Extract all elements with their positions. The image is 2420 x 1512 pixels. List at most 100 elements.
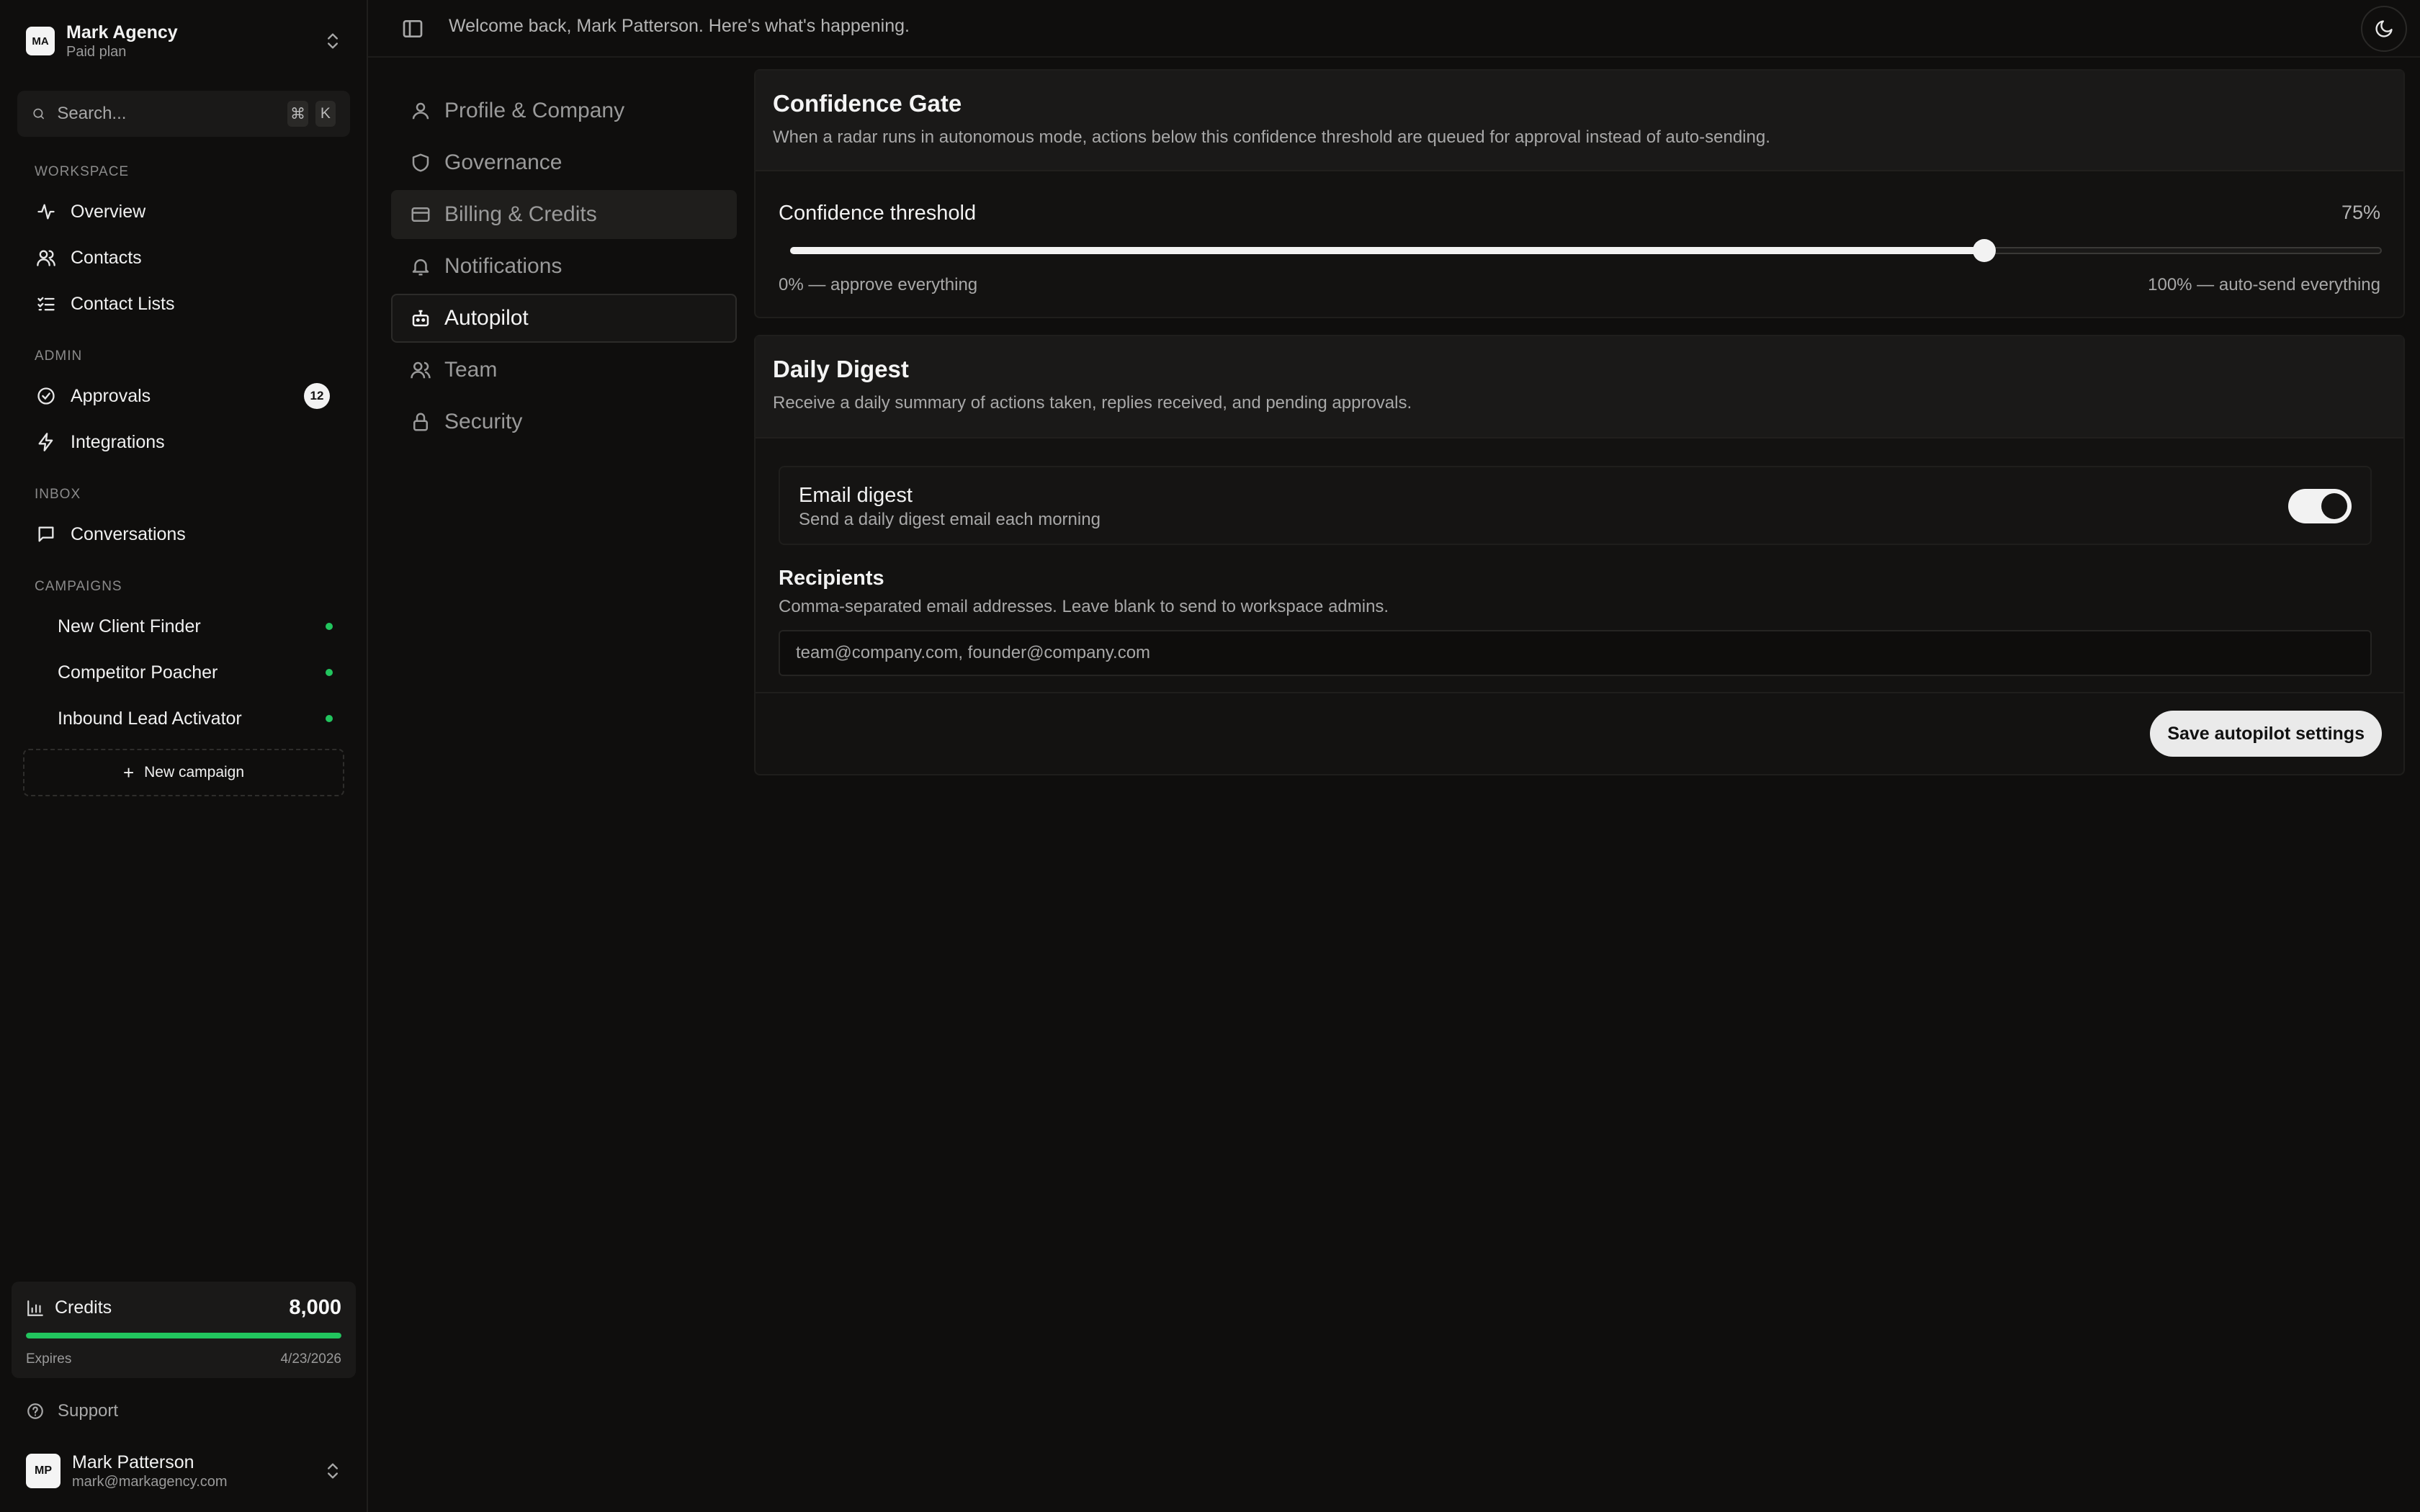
- topbar: Welcome back, Mark Patterson. Here's wha…: [368, 0, 2420, 58]
- threshold-value: 75%: [2341, 202, 2380, 223]
- support-link[interactable]: Support: [26, 1397, 118, 1426]
- new-campaign-button[interactable]: + New campaign: [23, 749, 344, 796]
- sidebar-item-overview[interactable]: Overview: [26, 192, 343, 232]
- help-circle-icon: [26, 1402, 45, 1421]
- approvals-count-badge: 12: [304, 383, 330, 409]
- shield-icon: [410, 152, 431, 174]
- sidebar-item-label: Integrations: [71, 431, 165, 452]
- card-description: When a radar runs in autonomous mode, ac…: [773, 127, 1770, 147]
- settings-nav-profile-company[interactable]: Profile & Company: [391, 86, 737, 135]
- workspace-plan: Paid plan: [66, 44, 127, 60]
- sidebar-item-integrations[interactable]: Integrations: [26, 422, 343, 462]
- sidebar-item-label: Contacts: [71, 247, 142, 268]
- settings-nav-label: Team: [444, 358, 498, 382]
- bot-icon: [410, 307, 431, 329]
- theme-toggle-button[interactable]: [2361, 6, 2407, 52]
- settings-nav-team[interactable]: Team: [391, 346, 737, 395]
- user-icon: [410, 100, 431, 122]
- recipients-input[interactable]: [779, 630, 2372, 676]
- settings-nav-governance[interactable]: Governance: [391, 138, 737, 187]
- check-circle-icon: [36, 386, 56, 406]
- user-menu[interactable]: MP Mark Patterson mark@markagency.com: [26, 1451, 343, 1491]
- email-digest-title: Email digest: [799, 484, 913, 507]
- search-box[interactable]: ⌘ K: [17, 91, 350, 137]
- recipients-help: Comma-separated email addresses. Leave b…: [779, 597, 1389, 616]
- slider-thumb[interactable]: [1972, 239, 1996, 262]
- settings-nav-label: Billing & Credits: [444, 202, 597, 226]
- new-campaign-label: New campaign: [144, 764, 245, 780]
- campaign-label: New Client Finder: [58, 616, 201, 636]
- slider-fill: [790, 247, 1984, 254]
- welcome-message: Welcome back, Mark Patterson. Here's wha…: [449, 16, 910, 36]
- section-label-campaigns: CAMPAIGNS: [35, 579, 122, 594]
- settings-nav-autopilot[interactable]: Autopilot: [391, 294, 737, 343]
- slider-min-label: 0% — approve everything: [779, 275, 978, 294]
- threshold-label: Confidence threshold: [779, 202, 977, 225]
- settings-nav-label: Security: [444, 410, 523, 433]
- settings-nav-label: Profile & Company: [444, 99, 625, 122]
- campaign-status-dot: [326, 669, 333, 676]
- confidence-threshold-slider[interactable]: [790, 239, 2382, 262]
- workspace-name: Mark Agency: [66, 22, 178, 42]
- sidebar-item-approvals[interactable]: Approvals 12: [26, 376, 343, 416]
- confidence-gate-card: Confidence Gate When a radar runs in aut…: [754, 69, 2405, 318]
- credits-progress-fill: [26, 1333, 341, 1338]
- credits-progress-bar: [26, 1333, 341, 1338]
- campaign-item[interactable]: Competitor Poacher: [45, 652, 340, 693]
- recipients-title: Recipients: [779, 567, 884, 590]
- credit-card-icon: [410, 204, 431, 225]
- campaign-item[interactable]: Inbound Lead Activator: [45, 698, 340, 739]
- chevrons-up-down-icon: [323, 1461, 343, 1481]
- sidebar-item-label: Overview: [71, 201, 146, 222]
- email-digest-subtitle: Send a daily digest email each morning: [799, 510, 1101, 529]
- support-label: Support: [58, 1401, 119, 1421]
- sidebar-item-contact-lists[interactable]: Contact Lists: [26, 284, 343, 324]
- email-digest-toggle[interactable]: [2288, 489, 2352, 523]
- email-digest-row: Email digest Send a daily digest email e…: [779, 466, 2372, 545]
- chevrons-up-down-icon: [323, 31, 343, 51]
- search-input[interactable]: [57, 104, 281, 124]
- message-square-icon: [36, 524, 56, 544]
- list-check-icon: [36, 294, 56, 314]
- settings-nav-notifications[interactable]: Notifications: [391, 242, 737, 291]
- campaign-status-dot: [326, 623, 333, 630]
- sidebar-item-label: Conversations: [71, 523, 186, 544]
- shortcut-key-k: K: [315, 101, 336, 127]
- card-description: Receive a daily summary of actions taken…: [773, 393, 1412, 413]
- avatar: MP: [26, 1454, 60, 1488]
- user-email: mark@markagency.com: [72, 1474, 228, 1490]
- user-name: Mark Patterson: [72, 1452, 194, 1472]
- campaign-item[interactable]: New Client Finder: [45, 606, 340, 647]
- bell-icon: [410, 256, 431, 277]
- credits-card: Credits 8,000 Expires 4/23/2026: [12, 1282, 356, 1378]
- credits-value: 8,000: [289, 1296, 341, 1319]
- sidebar-toggle-icon[interactable]: [401, 17, 424, 40]
- settings-nav: Profile & Company Governance Billing & C…: [391, 86, 737, 449]
- card-title: Confidence Gate: [773, 90, 962, 117]
- sidebar-item-contacts[interactable]: Contacts: [26, 238, 343, 278]
- activity-icon: [36, 202, 56, 222]
- daily-digest-card: Daily Digest Receive a daily summary of …: [754, 335, 2405, 775]
- card-title: Daily Digest: [773, 356, 909, 382]
- sidebar-item-label: Approvals: [71, 385, 151, 406]
- moon-icon: [2374, 19, 2394, 39]
- bar-chart-icon: [26, 1299, 45, 1318]
- settings-nav-label: Governance: [444, 150, 563, 174]
- workspace-avatar: MA: [26, 27, 55, 55]
- shortcut-key-cmd: ⌘: [287, 101, 308, 127]
- section-label-workspace: WORKSPACE: [35, 164, 130, 179]
- workspace-switcher[interactable]: MA Mark Agency Paid plan: [26, 20, 343, 62]
- lock-icon: [410, 411, 431, 433]
- settings-nav-security[interactable]: Security: [391, 397, 737, 446]
- settings-nav-billing-credits[interactable]: Billing & Credits: [391, 190, 737, 239]
- sidebar-item-conversations[interactable]: Conversations: [26, 514, 343, 554]
- sidebar: MA Mark Agency Paid plan ⌘ K WORKSPACE O…: [0, 0, 368, 1512]
- save-autopilot-settings-button[interactable]: Save autopilot settings: [2150, 711, 2382, 757]
- credits-expires-label: Expires: [26, 1351, 72, 1367]
- users-icon: [410, 359, 431, 381]
- credits-label: Credits: [55, 1297, 112, 1318]
- main-content: Welcome back, Mark Patterson. Here's wha…: [368, 0, 2420, 1512]
- sidebar-item-label: Contact Lists: [71, 293, 175, 314]
- campaign-label: Inbound Lead Activator: [58, 708, 242, 729]
- section-label-admin: ADMIN: [35, 348, 83, 364]
